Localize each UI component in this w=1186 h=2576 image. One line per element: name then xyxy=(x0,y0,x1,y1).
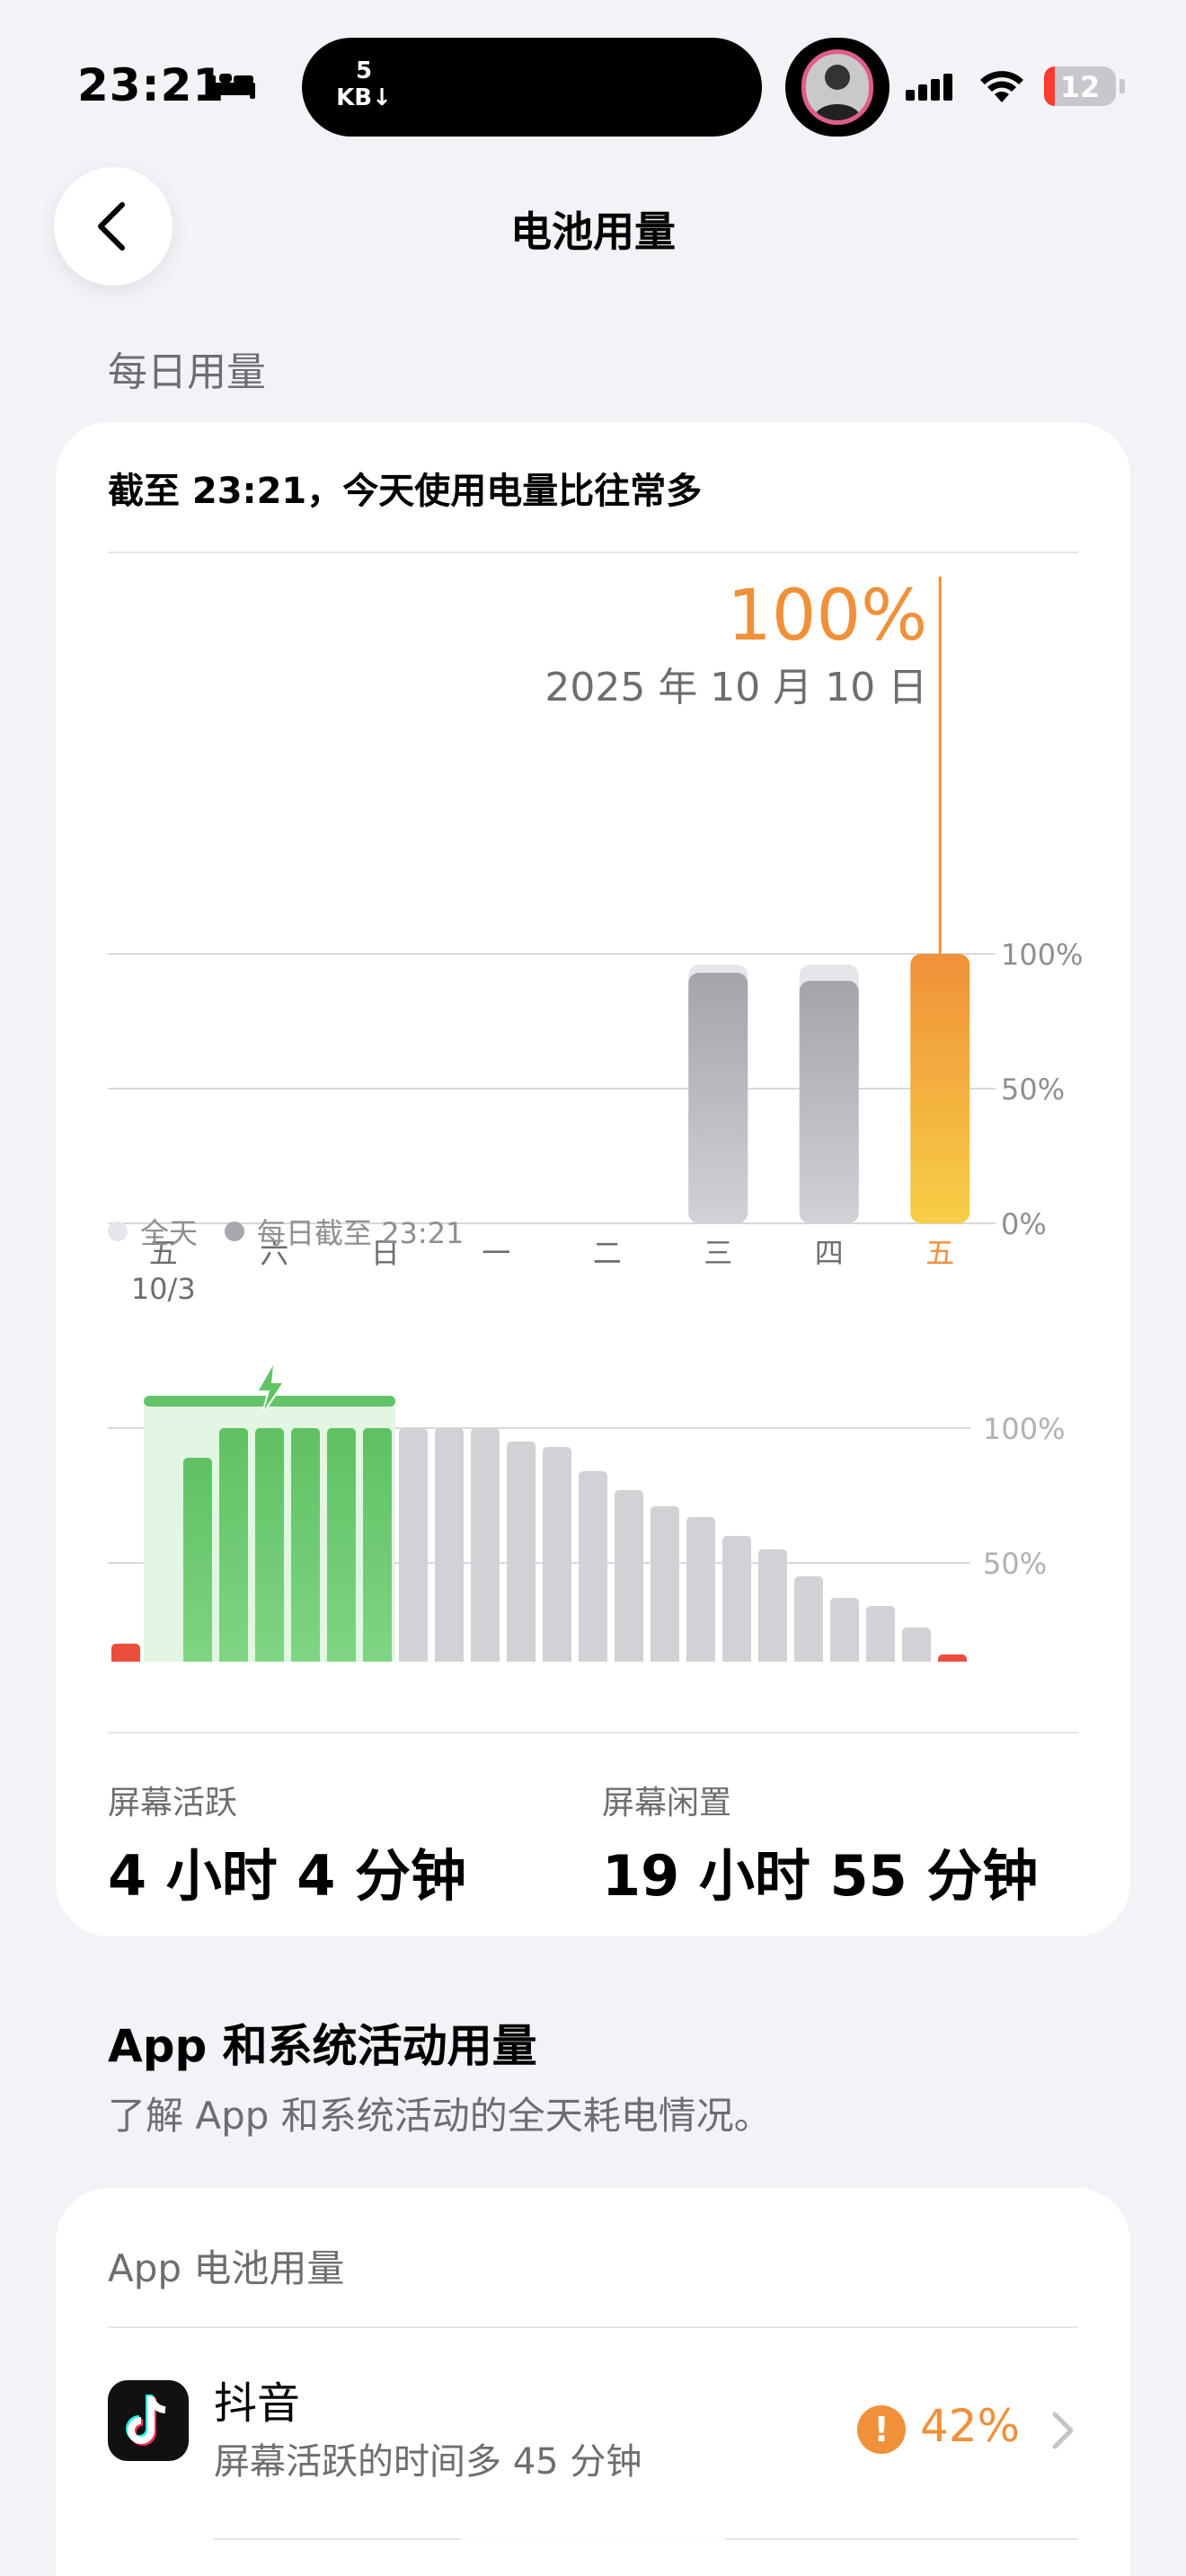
hour-bar xyxy=(938,1654,967,1662)
bar-until-now xyxy=(799,981,859,1223)
warning-icon: ! xyxy=(857,2405,906,2454)
screen-idle-label: 屏幕闲置 xyxy=(602,1785,732,1822)
hour-bar xyxy=(543,1447,571,1662)
y-tick-label: 50% xyxy=(1001,1072,1065,1107)
app-description: 屏幕活跃的时间多 45 分钟 xyxy=(214,2441,642,2483)
page-title: 电池用量 xyxy=(510,207,676,256)
screen-active-stat: 屏幕活跃 4 小时 4 分钟 xyxy=(108,1777,466,1911)
y-tick-label: 0% xyxy=(1001,1207,1047,1241)
app-battery-label: App 电池用量 xyxy=(108,2246,345,2290)
hour-bar xyxy=(435,1428,464,1662)
hour-bar xyxy=(579,1471,607,1662)
wifi-icon xyxy=(978,68,1026,108)
x-tick-label: 三 xyxy=(704,1236,732,1270)
hour-bar xyxy=(651,1506,679,1662)
cellular-signal-icon xyxy=(906,72,963,108)
divider xyxy=(108,551,1078,553)
hour-bar xyxy=(866,1606,895,1662)
screen-active-value: 4 小时 4 分钟 xyxy=(108,1843,467,1909)
usage-summary: 截至 23:21，今天使用电量比往常多 xyxy=(108,471,703,512)
battery-cap xyxy=(1120,79,1125,93)
hour-bar xyxy=(399,1428,428,1662)
chevron-right-icon xyxy=(1052,2412,1074,2449)
dynamic-island-avatar[interactable] xyxy=(785,38,890,137)
hour-bar xyxy=(291,1428,320,1662)
app-activity-heading: App 和系统活动用量 xyxy=(108,2020,537,2072)
battery-level: 12 xyxy=(1059,70,1101,104)
hour-bar xyxy=(722,1536,751,1662)
hour-bar xyxy=(183,1458,212,1662)
chart-legend: 全天 每日截至 23:21 xyxy=(108,1211,491,1252)
tiktok-icon xyxy=(108,2380,189,2461)
legend-swatch xyxy=(225,1222,245,1241)
hour-bar xyxy=(830,1598,859,1662)
bar-until-now xyxy=(688,973,748,1223)
daily-usage-heading: 每日用量 xyxy=(108,349,266,395)
legend-swatch xyxy=(108,1222,128,1241)
y-tick-label: 100% xyxy=(983,1412,1065,1446)
app-name: 抖音 xyxy=(214,2378,301,2429)
hour-bar xyxy=(507,1442,535,1662)
hour-bar xyxy=(219,1428,248,1662)
selected-date: 2025 年 10 月 10 日 xyxy=(544,665,927,710)
daily-usage-chart[interactable]: 100%50%0%五10/3六日一二三四100%2025 年 10 月 10 日… xyxy=(56,557,1130,1311)
avatar-photo xyxy=(801,49,873,125)
hour-bar xyxy=(327,1428,356,1662)
battery-indicator: 12 xyxy=(1044,66,1116,106)
app-row-wechat-name[interactable]: 微信 xyxy=(214,2567,300,2576)
hour-bar xyxy=(902,1628,931,1662)
status-bar: 23:21 5 KB↓ 12 xyxy=(0,0,1186,180)
screen-idle-stat: 屏幕闲置 19 小时 55 分钟 xyxy=(602,1777,1038,1911)
legend-item-until-now: 每日截至 23:21 xyxy=(225,1211,464,1252)
app-battery-card: App 电池用量 抖音 屏幕活跃的时间多 45 分钟 ! 42% 微信 xyxy=(56,2188,1130,2576)
y-tick-label: 50% xyxy=(983,1547,1047,1581)
hour-bar xyxy=(686,1517,715,1662)
sleep-focus-icon xyxy=(208,70,257,104)
status-time: 23:21 xyxy=(77,59,226,111)
x-tick-label: 五 xyxy=(925,1236,954,1270)
daily-usage-card: 截至 23:21，今天使用电量比往常多 100% 50% 0% 五 10/3 六日一二三四… xyxy=(56,422,1130,1936)
legend-item-all-day: 全天 xyxy=(108,1211,198,1252)
hour-bar xyxy=(758,1549,787,1662)
screen-idle-value: 19 小时 55 分钟 xyxy=(602,1843,1039,1909)
home-indicator[interactable] xyxy=(460,2533,726,2549)
hour-bar xyxy=(363,1428,392,1662)
app-activity-subtitle: 了解 App 和系统活动的全天耗电情况。 xyxy=(108,2094,772,2138)
x-tick-label: 四 xyxy=(815,1236,844,1270)
hour-bar xyxy=(794,1576,823,1662)
bar-today xyxy=(910,954,970,1223)
app-row-douyin[interactable]: 抖音 屏幕活跃的时间多 45 分钟 ! 42% xyxy=(56,2326,1130,2524)
selected-value: 100% xyxy=(727,576,927,657)
screen-active-label: 屏幕活跃 xyxy=(108,1785,238,1822)
hour-bar xyxy=(111,1644,140,1662)
y-tick-label: 100% xyxy=(1001,938,1083,972)
hour-bar xyxy=(615,1490,643,1662)
hour-bar xyxy=(255,1428,284,1662)
x-tick-label: 二 xyxy=(593,1236,622,1270)
hourly-battery-chart[interactable]: 100%50%0%0 时0612 时18 xyxy=(56,1284,1130,1662)
divider xyxy=(108,1732,1078,1734)
hour-bar xyxy=(471,1428,500,1662)
network-speed: 5 KB↓ xyxy=(336,57,392,111)
app-battery-percent: 42% xyxy=(920,2400,1021,2452)
